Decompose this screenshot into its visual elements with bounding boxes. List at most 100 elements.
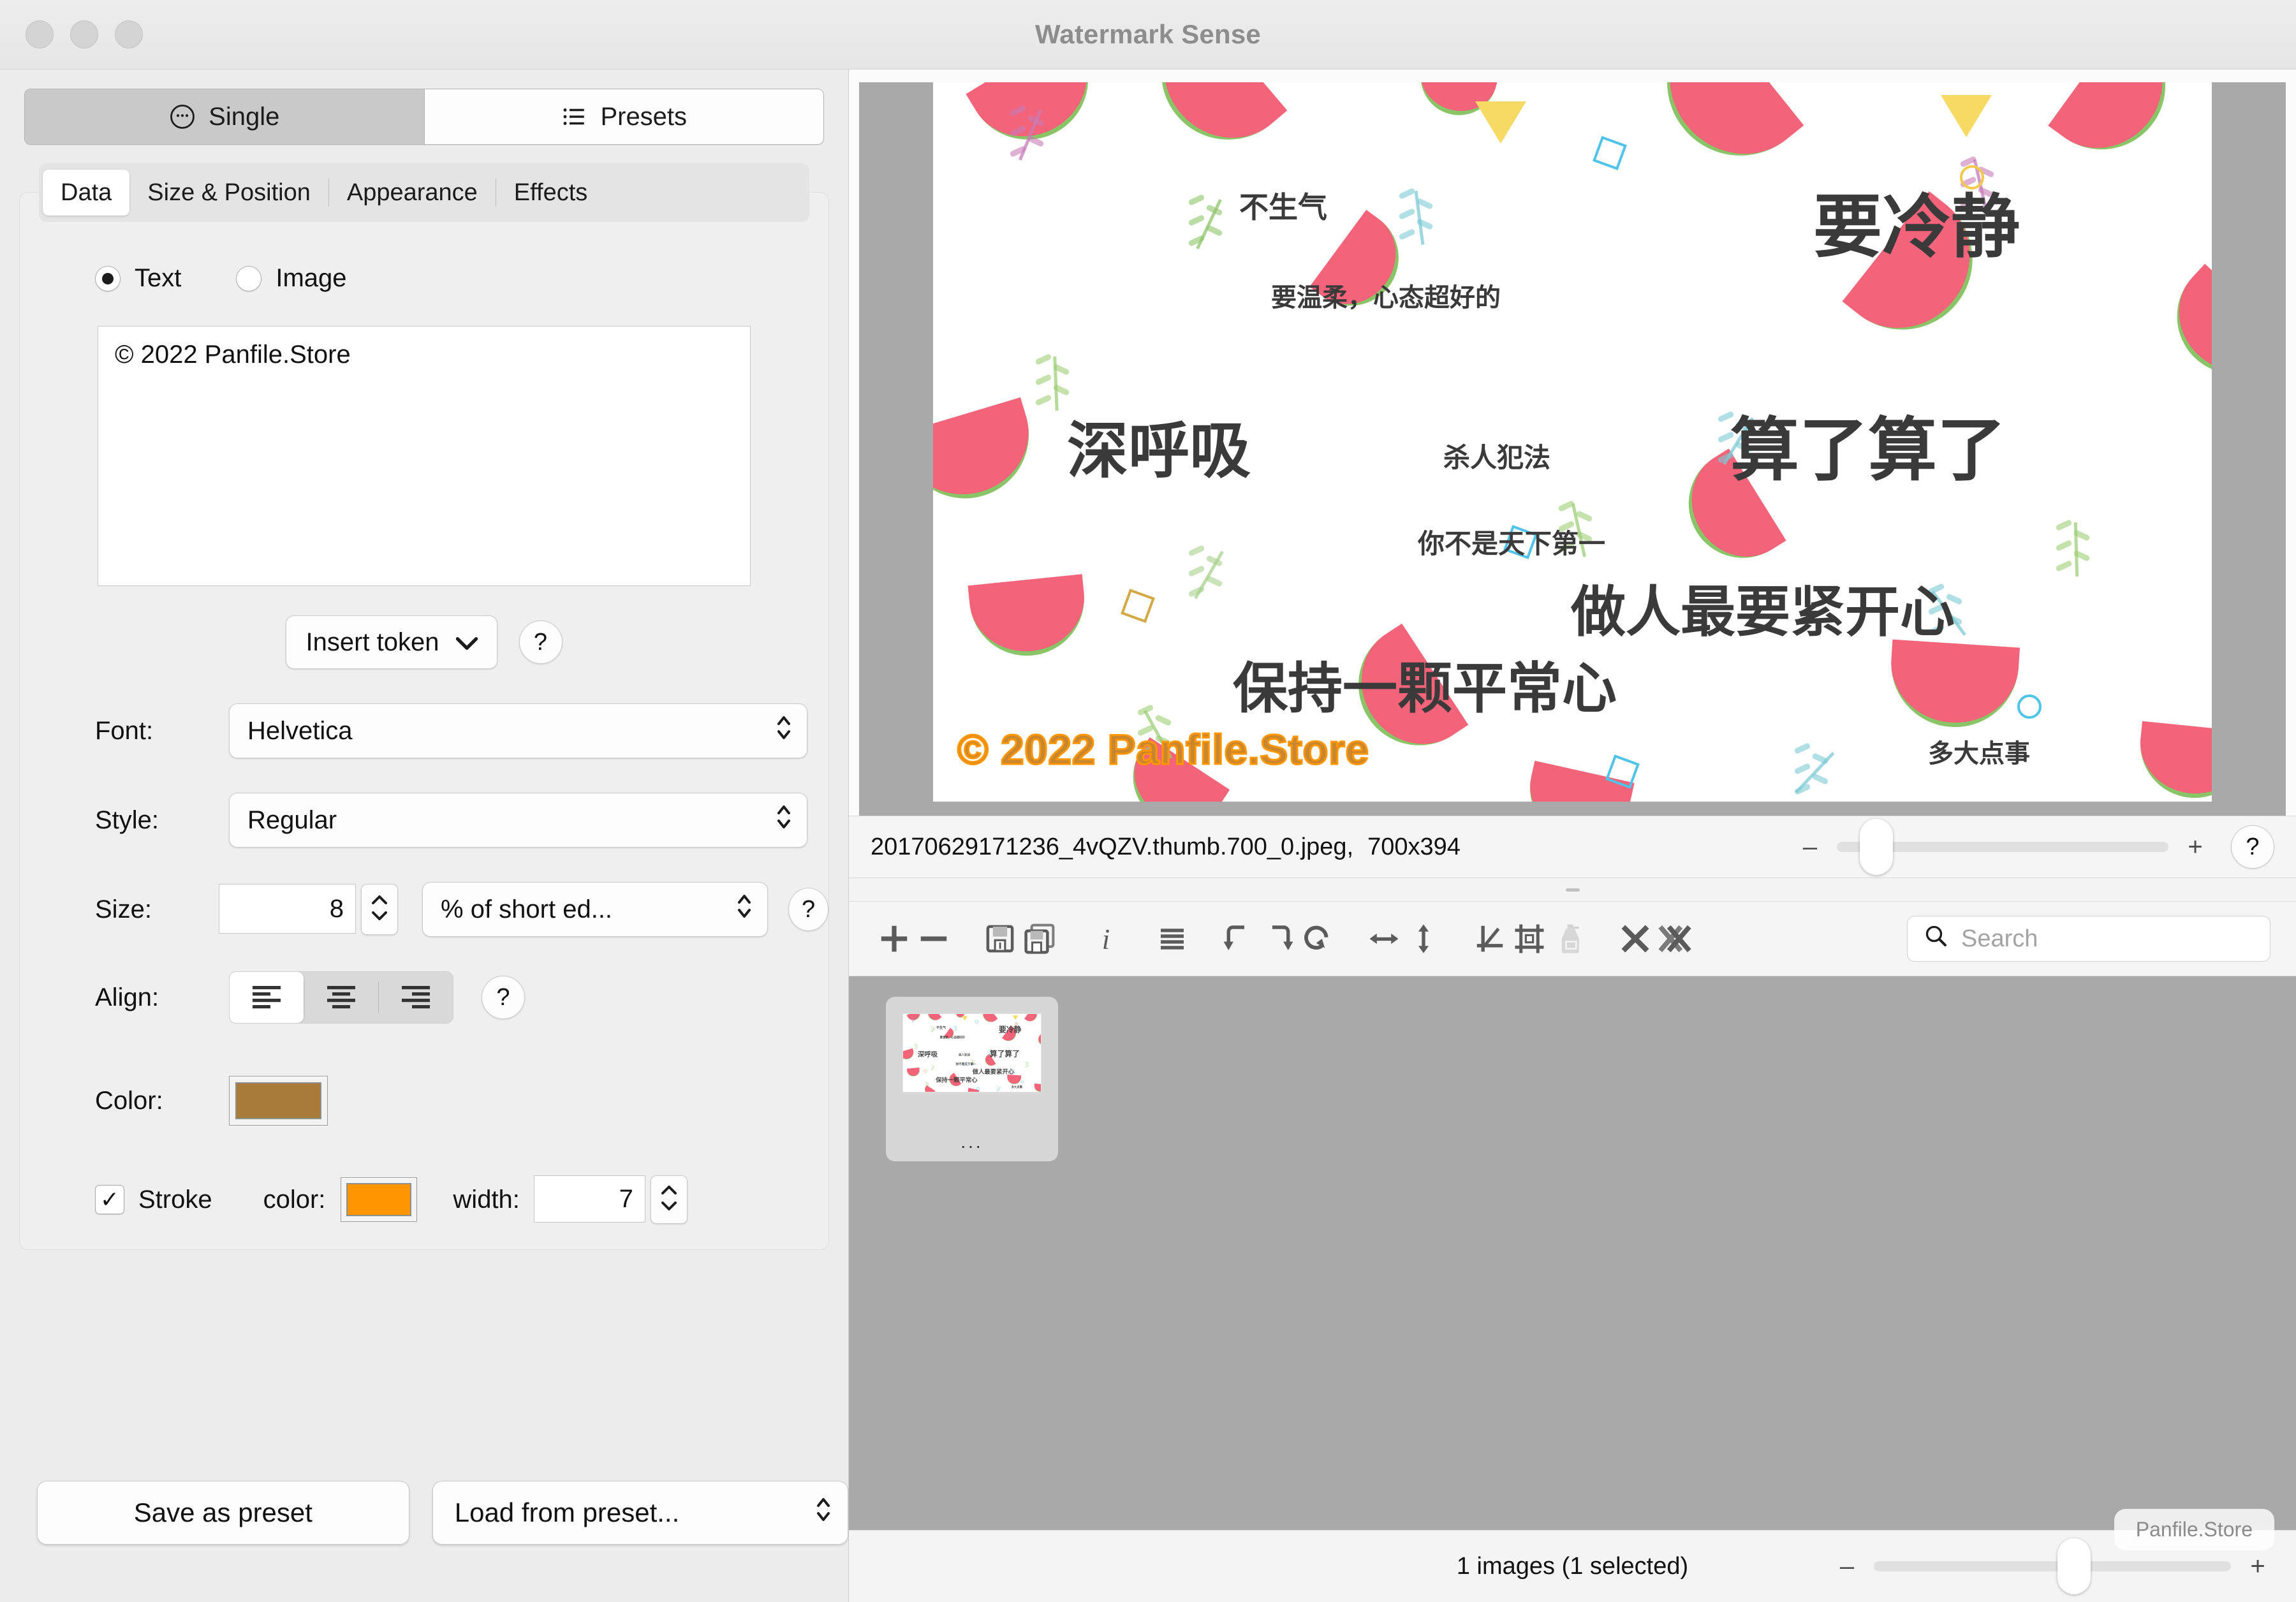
info-icon[interactable]: i [1086,914,1126,964]
align-center-button[interactable] [304,972,378,1023]
token-help-button[interactable]: ? [519,621,563,664]
photo-caption-text: 算了算了 [989,1050,1020,1059]
text-color-swatch[interactable] [229,1076,328,1126]
mode-presets-button[interactable]: Presets [423,89,823,144]
save-as-preset-button[interactable]: Save as preset [37,1481,409,1545]
clear-all-icon[interactable] [1655,914,1695,964]
close-button[interactable] [26,20,54,48]
tab-size-position[interactable]: Size & Position [129,170,328,216]
style-label: Style: [95,805,159,834]
insert-token-button[interactable]: Insert token [286,615,497,669]
preview-area: 不生气 要温柔，心态超好的 要冷静 深呼吸 杀人犯法 算了算了 你不是天下第一 做人最要紧开心… [849,70,2296,816]
search-field[interactable]: Search [1907,916,2270,962]
search-icon [1923,923,1948,955]
tab-appearance[interactable]: Appearance [329,170,496,216]
thumbnail-zoom-slider[interactable] [1874,1538,2231,1594]
stroke-width-input[interactable]: 7 [533,1175,645,1223]
photo-caption-text: 你不是天下第一 [955,1062,976,1066]
app-body: Single Presets Data Size & Position Appe… [0,70,2296,1602]
font-value: Helvetica [247,716,353,745]
flip-vertical-icon[interactable] [1404,914,1443,964]
stroke-width-stepper[interactable] [650,1175,688,1224]
shape-decoration [1593,136,1627,170]
align-left-icon [250,983,283,1012]
leaf-decoration [1188,214,1205,227]
leaf-decoration [1793,742,1811,755]
crop-grid-icon[interactable] [1510,914,1549,964]
size-input[interactable]: 8 [219,884,357,934]
align-right-button[interactable] [379,972,453,1023]
stroke-color-swatch[interactable] [341,1177,418,1222]
shape-decoration [1851,350,1886,393]
checkmark-icon: ✓ [99,1186,120,1212]
watermelon-decoration [2153,263,2212,397]
photo-caption-text: 要温柔，心态超好的 [939,1036,965,1040]
remove-icon[interactable] [914,914,953,964]
shape-decoration [1941,95,1992,137]
preview-help-button[interactable]: ? [2231,825,2274,869]
size-stepper[interactable] [361,884,399,935]
radio-text[interactable]: Text [95,264,181,293]
splitter-handle[interactable] [849,878,2296,902]
list-icon[interactable] [1152,914,1192,964]
photo-caption-text: 多大点事 [1928,740,2030,768]
size-help-label: ? [801,895,816,923]
leaf-decoration [1793,762,1811,775]
radio-image[interactable]: Image [236,264,347,293]
chevron-updown-icon [775,800,793,840]
leaf-decoration [1398,228,1416,241]
size-label: Size: [95,895,152,923]
flip-horizontal-icon[interactable] [1364,914,1404,964]
align-right-icon [399,983,432,1012]
align-left-button[interactable] [230,972,304,1023]
watermelon-decoration [933,397,1045,514]
font-select[interactable]: Helvetica [229,703,807,758]
stroke-row: ✓ Stroke color: width: 7 [20,1175,828,1224]
thumbnail-zoom-knob[interactable] [2057,1538,2091,1594]
tab-data[interactable]: Data [43,170,130,216]
preview-canvas[interactable]: 不生气 要温柔，心态超好的 要冷静 深呼吸 杀人犯法 算了算了 你不是天下第一 做人最要紧开心… [859,82,2286,816]
rotate-left-icon[interactable] [1219,914,1258,964]
watermelon-decoration [925,1014,942,1024]
size-unit-value: % of short ed... [441,895,613,923]
zoom-button[interactable] [115,20,143,48]
clear-icon[interactable] [1615,914,1655,964]
preview-panel: 不生气 要温柔，心态超好的 要冷静 深呼吸 杀人犯法 算了算了 你不是天下第一 做人最要紧开心… [849,70,2296,1602]
thumbnail-label: ... [960,1132,983,1152]
crop-icon[interactable] [1470,914,1510,964]
zoom-in-button[interactable]: + [2182,833,2208,862]
single-mode-icon [169,103,196,130]
zoom-out-button[interactable]: – [1797,833,1823,862]
rotate-right-icon[interactable] [1258,914,1298,964]
stroke-checkbox[interactable]: ✓ [95,1185,124,1214]
app-window: Watermark Sense Single Presets Data Size… [0,0,2296,1602]
watermark-text-input[interactable]: © 2022 Panfile.Store [98,326,751,586]
align-help-label: ? [496,983,510,1011]
preview-zoom-slider[interactable] [1837,819,2168,875]
mode-single-button[interactable]: Single [25,89,424,144]
svg-text:i: i [1102,923,1110,955]
size-unit-select[interactable]: % of short ed... [422,882,769,937]
leaf-decoration [2055,539,2073,552]
image-browser[interactable]: 不生气 要温柔，心态超好的 要冷静 深呼吸 杀人犯法 算了算了 你不是天下第一 做人最要紧开心… [849,976,2296,1530]
preview-zoom-knob[interactable] [1860,819,1894,875]
save-copy-icon[interactable] [1020,914,1059,964]
photo-caption-text: 做人最要紧开心 [972,1068,1015,1075]
add-icon[interactable] [874,914,914,964]
minimize-button[interactable] [70,20,98,48]
size-help-button[interactable]: ? [788,888,828,931]
rotate-reset-icon[interactable] [1298,914,1337,964]
align-help-button[interactable]: ? [482,976,525,1019]
splitter-grip-icon [1565,888,1580,892]
preview-help-label: ? [2246,833,2260,860]
chevron-updown-icon [735,890,753,929]
load-from-preset-select[interactable]: Load from preset... [432,1481,848,1545]
thumbnail-item[interactable]: 不生气 要温柔，心态超好的 要冷静 深呼吸 杀人犯法 算了算了 你不是天下第一 做人最要紧开心… [886,997,1058,1161]
align-group [229,971,453,1024]
photo-caption-text: 要冷静 [999,1025,1022,1034]
save-icon[interactable] [980,914,1020,964]
preview-zoom-control: – + ? [1797,819,2274,875]
style-select[interactable]: Regular [229,793,807,848]
watermelon-decoration [968,574,1090,661]
tab-effects[interactable]: Effects [496,170,605,216]
